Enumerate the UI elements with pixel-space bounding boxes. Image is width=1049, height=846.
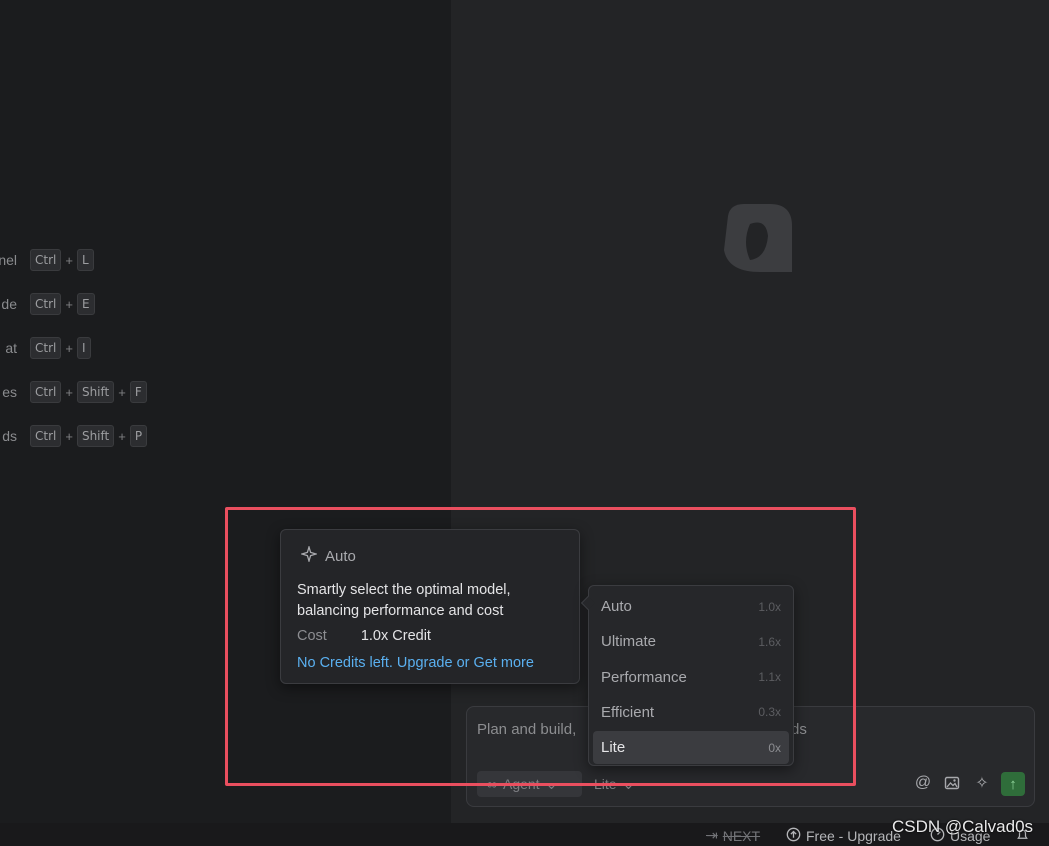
model-option-multiplier: 1.0x [758,599,781,614]
app-logo-icon [720,202,796,276]
agent-mode-label: Agent [502,776,540,792]
shortcut-keys: Ctrl + E [30,293,95,315]
next-label: NEXT [722,827,761,844]
key-plus: + [118,384,126,400]
shortcut-keys: Ctrl + Shift + F [30,381,147,403]
model-info-tooltip: Auto Smartly select the optimal model, b… [280,529,580,684]
composer-input[interactable]: Plan and build, [477,721,576,738]
shortcut-label: at [5,340,17,356]
model-option-multiplier: 1.6x [758,634,781,649]
key-cap: Shift [76,381,115,403]
shortcut-label: ds [2,428,17,444]
shortcut-label: de [1,296,17,312]
model-option-lite[interactable]: Lite 0x [593,731,789,765]
model-option-efficient[interactable]: Efficient 0.3x [593,696,789,729]
key-cap: Ctrl [30,337,62,359]
watermark: CSDN @Calvad0s [892,817,1034,836]
shortcut-label: nel [0,252,17,268]
key-cap: I [76,337,91,359]
arrow-up-icon: ↑ [1009,775,1017,793]
infinity-icon: ∞ [487,776,497,792]
key-cap: L [76,249,94,271]
tooltip-cost: Cost 1.0x Credit [297,628,431,644]
chevron-down-icon: ⌄ [545,775,558,792]
image-icon[interactable] [942,773,962,793]
key-cap: Ctrl [30,293,62,315]
model-dropdown: Auto 1.0x Ultimate 1.6x Performance 1.1x… [580,585,794,766]
plan-label: Free - Upgrade [806,828,901,844]
sparkle-icon [299,544,319,566]
model-option-label: Performance [601,668,687,686]
model-option-label: Efficient [601,703,655,721]
model-option-performance[interactable]: Performance 1.1x [593,661,789,694]
next-status-item[interactable]: ⇥ NEXT [706,827,760,844]
key-cap: Shift [76,425,115,447]
shortcut-keys: Ctrl + L [30,249,94,271]
key-cap: Ctrl [30,381,62,403]
shortcut-keys: Ctrl + Shift + P [30,425,148,447]
upgrade-link[interactable]: No Credits left. Upgrade or Get more [297,655,534,671]
model-option-auto[interactable]: Auto 1.0x [593,590,789,623]
sparkle-icon[interactable]: ✧ [972,773,992,793]
tooltip-title: Auto [325,547,356,565]
key-plus: + [65,428,73,444]
next-arrow-icon: ⇥ [706,827,718,843]
chevron-down-icon: ⌄ [622,775,635,792]
tooltip-header: Auto [299,544,356,566]
model-option-multiplier: 1.1x [758,670,781,685]
upgrade-icon [786,827,801,845]
key-plus: + [118,428,126,444]
shortcut-label: es [2,384,17,400]
send-button[interactable]: ↑ [1001,772,1025,796]
model-option-label: Auto [601,598,632,615]
key-plus: + [65,252,73,268]
model-select[interactable]: Lite ⌄ [594,771,634,797]
model-option-label: Lite [601,739,626,757]
agent-mode-button[interactable]: ∞ Agent ⌄ [477,771,582,797]
model-option-multiplier: 0.3x [758,705,781,720]
cost-value: 1.0x Credit [360,628,431,644]
tooltip-description: Smartly select the optimal model, balanc… [297,582,511,619]
key-cap: E [76,293,95,315]
shortcut-keys: Ctrl + I [30,337,91,359]
key-plus: + [65,296,73,312]
model-option-label: Ultimate [601,633,657,651]
left-pane [0,0,451,823]
cost-label: Cost [297,628,327,644]
model-option-multiplier: 0x [768,740,781,755]
key-cap: F [129,381,147,403]
model-select-label: Lite [594,776,617,792]
key-plus: + [65,340,73,356]
key-cap: Ctrl [30,249,62,271]
plan-status-item[interactable]: Free - Upgrade [786,827,901,845]
model-option-ultimate[interactable]: Ultimate 1.6x [593,625,789,658]
key-plus: + [65,384,73,400]
at-icon[interactable]: @ [913,773,933,793]
key-cap: P [129,425,148,447]
key-cap: Ctrl [30,425,62,447]
